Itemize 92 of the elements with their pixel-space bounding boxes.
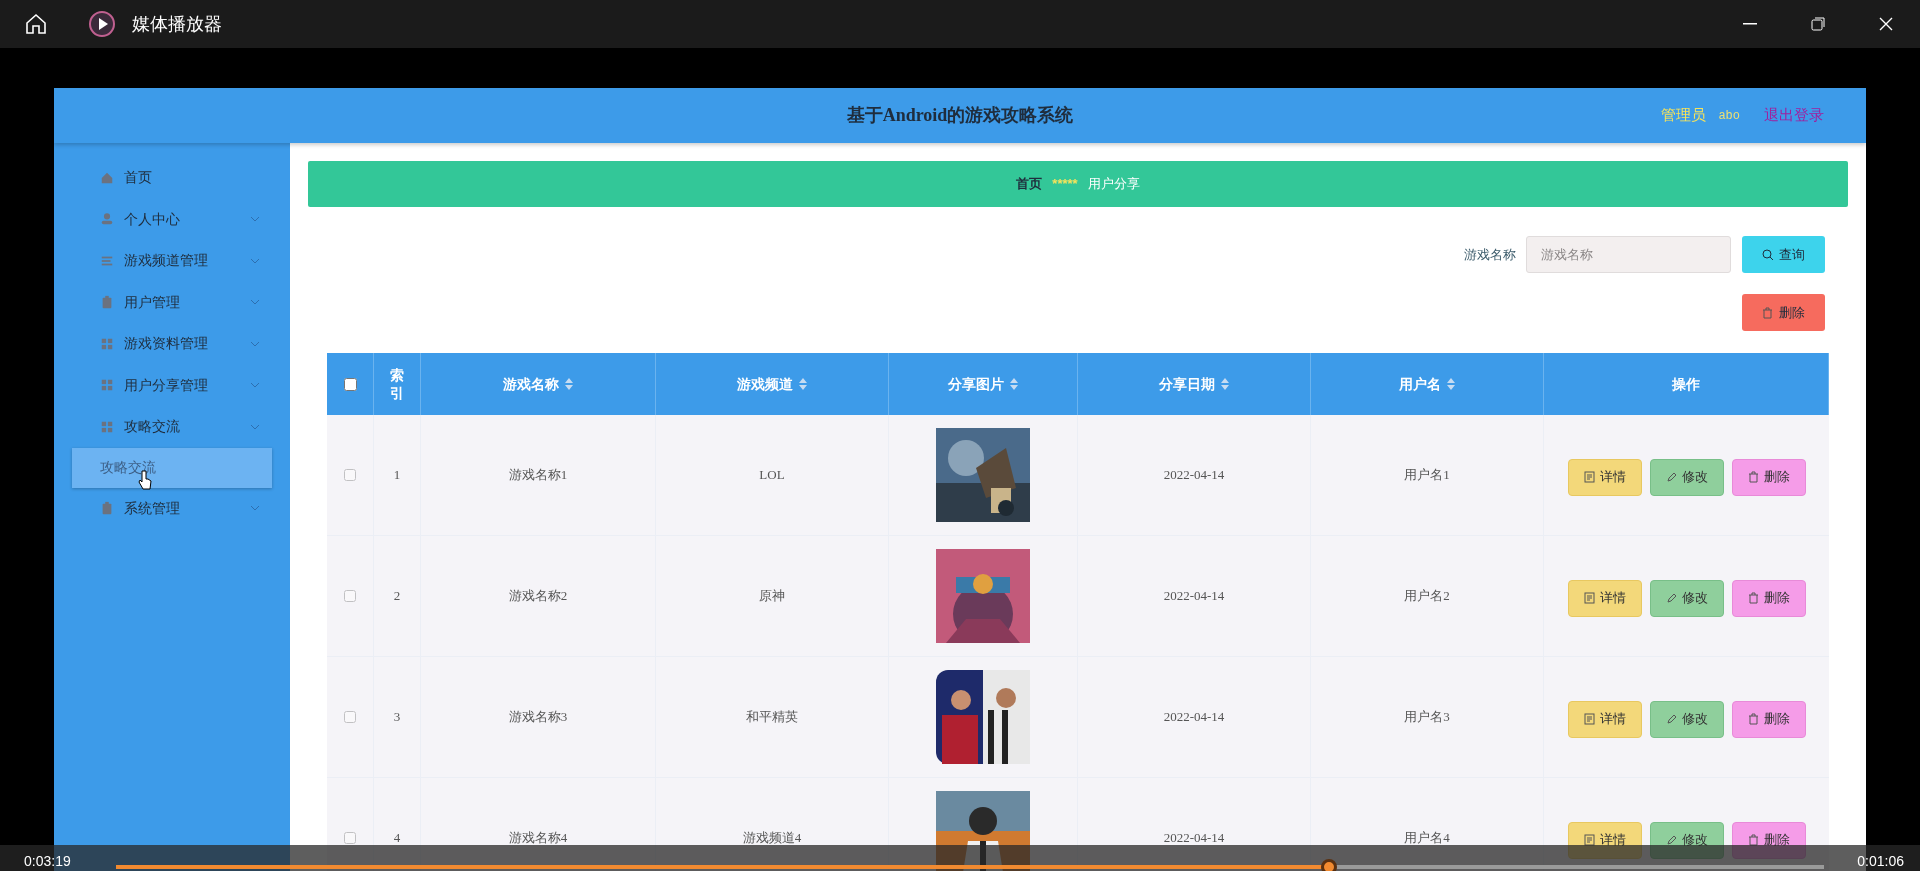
search-label: 游戏名称 — [1464, 245, 1516, 264]
breadcrumb-home[interactable]: 首页 — [1016, 174, 1043, 194]
home-icon — [24, 12, 48, 36]
window-title: 媒体播放器 — [132, 12, 222, 36]
sort-icon — [799, 378, 807, 390]
sort-icon — [1010, 378, 1018, 390]
play-logo-icon — [88, 10, 116, 38]
clipboard-icon — [100, 501, 114, 516]
chevron-down-icon — [250, 340, 260, 347]
trash-icon — [1762, 306, 1773, 319]
sidebar-item[interactable]: 首页 — [54, 157, 290, 199]
grid-icon — [100, 378, 114, 393]
table-cell-text: 游戏名称4 — [508, 829, 568, 848]
table-cell-text: 2022-04-14 — [1163, 466, 1225, 485]
bulk-delete-button[interactable]: 删除 — [1742, 294, 1825, 331]
table-cell-text: 4 — [393, 829, 401, 848]
sidebar-item[interactable]: 游戏资料管理 — [54, 323, 290, 365]
trash-icon — [1747, 834, 1759, 846]
progress-track[interactable] — [116, 865, 1824, 869]
table-cell-text: LOL — [759, 466, 785, 485]
username: abo — [1718, 107, 1740, 125]
pencil-icon — [1665, 834, 1677, 846]
edit-button[interactable]: 修改 — [1649, 579, 1724, 617]
select-all-checkbox[interactable] — [343, 377, 357, 391]
chevron-down-icon — [250, 216, 260, 223]
table-cell-text: 和平精英 — [746, 708, 798, 727]
delete-button[interactable]: 删除 — [1731, 458, 1806, 496]
elapsed-time: 0:03:19 — [24, 853, 71, 869]
progress-thumb[interactable] — [1320, 859, 1337, 871]
submenu-item[interactable]: 攻略交流 — [72, 447, 272, 488]
table-cell-text: 2022-04-14 — [1163, 708, 1225, 727]
table-cell-text: 1 — [393, 466, 401, 485]
breadcrumb-separator: ***** — [1052, 175, 1078, 194]
table-cell-text: 游戏名称1 — [508, 466, 568, 485]
app-title: 基于Android的游戏攻略系统 — [846, 104, 1074, 127]
trash-icon — [1747, 471, 1759, 483]
chevron-down-icon — [250, 299, 260, 306]
table-cell-text: 3 — [393, 708, 401, 727]
sidebar-item[interactable]: 攻略交流 — [54, 406, 290, 448]
table-cell-text: 用户名1 — [1404, 466, 1450, 485]
document-icon — [1583, 592, 1595, 604]
home-icon — [100, 170, 114, 185]
edit-button[interactable]: 修改 — [1649, 458, 1724, 496]
table-cell-text: 2022-04-14 — [1163, 829, 1225, 848]
chevron-down-icon — [250, 382, 260, 389]
pencil-icon — [1665, 471, 1677, 483]
grid-icon — [100, 419, 114, 434]
sidebar-item[interactable]: 个人中心 — [54, 198, 290, 240]
table-cell-text: 游戏名称3 — [508, 708, 568, 727]
sidebar-item[interactable]: 用户分享管理 — [54, 364, 290, 406]
table-cell-text: 用户名3 — [1404, 708, 1450, 727]
document-icon — [1583, 713, 1595, 725]
clipboard-icon — [100, 295, 114, 310]
sort-icon — [1221, 378, 1229, 390]
chevron-down-icon — [250, 505, 260, 512]
table-cell-text: 原神 — [759, 587, 785, 606]
table-cell-text: 游戏名称2 — [508, 587, 568, 606]
table-cell-text: 2022-04-14 — [1163, 587, 1225, 606]
sidebar-item[interactable]: 系统管理 — [54, 487, 290, 529]
search-button[interactable]: 查询 — [1742, 236, 1825, 273]
sidebar-item[interactable]: 用户管理 — [54, 281, 290, 323]
sort-icon — [565, 378, 573, 390]
table-cell-text: 2 — [393, 587, 401, 606]
search-field[interactable]: 游戏名称 — [1526, 236, 1731, 273]
table-cell-text: 游戏频道4 — [742, 829, 802, 848]
detail-button[interactable]: 详情 — [1567, 458, 1642, 496]
delete-button[interactable]: 删除 — [1731, 700, 1806, 738]
sidebar-item[interactable]: 游戏频道管理 — [54, 240, 290, 282]
document-icon — [1583, 834, 1595, 846]
breadcrumb-current: 用户分享 — [1087, 175, 1140, 194]
sort-icon — [1447, 378, 1455, 390]
delete-button[interactable]: 删除 — [1731, 579, 1806, 617]
minimize-icon — [1743, 23, 1757, 25]
detail-button[interactable]: 详情 — [1567, 579, 1642, 617]
document-icon — [1583, 471, 1595, 483]
table-cell-text: 用户名2 — [1404, 587, 1450, 606]
user-icon — [100, 212, 114, 227]
edit-button[interactable]: 修改 — [1649, 700, 1724, 738]
table-cell-text: 用户名4 — [1404, 829, 1450, 848]
trash-icon — [1747, 713, 1759, 725]
detail-button[interactable]: 详情 — [1567, 700, 1642, 738]
pencil-icon — [1665, 592, 1677, 604]
search-icon — [1762, 248, 1774, 261]
pencil-icon — [1665, 713, 1677, 725]
restore-icon — [1811, 17, 1825, 31]
chevron-down-icon — [250, 423, 260, 430]
close-icon — [1879, 17, 1893, 31]
remaining-time: 0:01:06 — [1857, 853, 1904, 869]
grid-icon — [100, 336, 114, 351]
trash-icon — [1747, 592, 1759, 604]
role-label: 管理员 — [1661, 105, 1707, 126]
chevron-down-icon — [250, 257, 260, 264]
